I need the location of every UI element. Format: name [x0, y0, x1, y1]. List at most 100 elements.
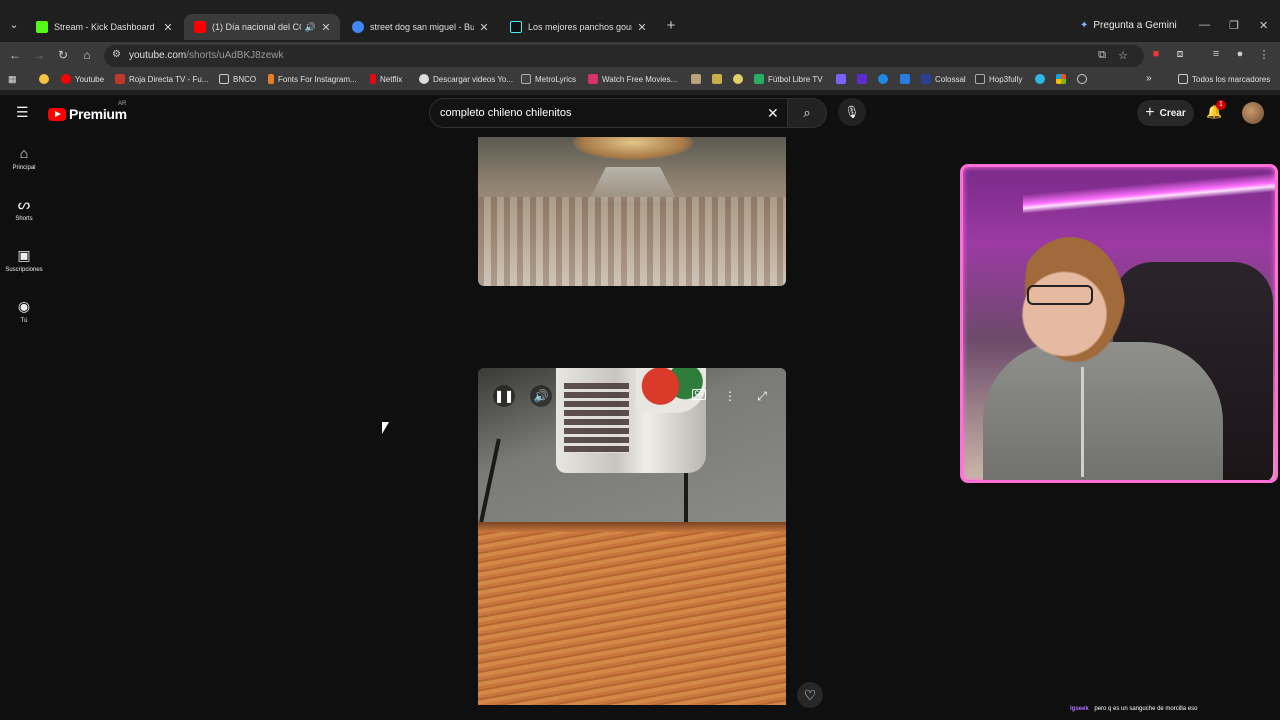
search-button[interactable]: ⌕	[787, 98, 827, 128]
google-icon	[352, 21, 364, 33]
tab-tiktok[interactable]: Los mejores panchos gourmet ✕	[500, 14, 656, 40]
clear-search-icon[interactable]: ✕	[767, 105, 779, 122]
tab-search-button[interactable]: ⌄	[6, 18, 22, 34]
plus-icon: +	[1145, 104, 1155, 121]
tab-youtube[interactable]: (1) Día nacional del COMPL 🔊 ✕	[184, 14, 340, 40]
forward-icon[interactable]: →	[31, 48, 47, 62]
download-icon	[419, 74, 429, 84]
youtube-premium-logo[interactable]: Premium AR	[48, 101, 127, 122]
bookmark-icon-2[interactable]	[712, 74, 722, 84]
pause-button[interactable]: ❚❚	[493, 385, 515, 407]
bookmark-icon-1[interactable]	[691, 74, 701, 84]
roja-icon	[115, 74, 125, 84]
globe-icon[interactable]	[1077, 74, 1087, 84]
search-input[interactable]: completo chileno chilenitos ✕	[429, 98, 787, 128]
tab-strip: ⌄ Stream - Kick Dashboard ✕ (1) Día naci…	[0, 12, 1280, 40]
emoji-bookmark-icon[interactable]	[39, 74, 49, 84]
browser-toolbar: ← → ↻ ⌂ ⚙ youtube.com/shorts/uAdBKJ8zewk…	[0, 42, 1280, 70]
fullscreen-icon[interactable]: ⤢	[751, 385, 773, 407]
movies-icon	[588, 74, 598, 84]
minimize-icon[interactable]: —	[1199, 19, 1210, 31]
tab-kick[interactable]: Stream - Kick Dashboard ✕	[26, 14, 182, 40]
volume-button[interactable]: 🔊	[530, 385, 552, 407]
speaker-icon[interactable]: 🔊	[305, 22, 316, 33]
cutting-board	[478, 522, 786, 705]
led-light	[1023, 167, 1275, 213]
bookmark-icon-3[interactable]	[733, 74, 743, 84]
bookmark-fonts[interactable]: Fonts For Instagram...	[268, 74, 357, 84]
bookmark-hop3fully[interactable]: Hop3fully	[975, 74, 1022, 84]
bookmark-bnco[interactable]: BNCO	[219, 74, 256, 84]
url-text: youtube.com/shorts/uAdBKJ8zewk	[129, 50, 284, 61]
avatar[interactable]	[1242, 102, 1264, 124]
hoodie-zipper	[1081, 367, 1084, 477]
more-bookmarks-icon[interactable]: »	[1146, 73, 1152, 84]
bookmark-star-icon[interactable]: ☆	[1115, 49, 1131, 62]
notifications-button[interactable]: 🔔 1	[1206, 100, 1226, 120]
bookmark-descargar[interactable]: Descargar videos Yo...	[419, 74, 513, 84]
hop3fully-icon	[975, 74, 985, 84]
menu-icon[interactable]: ☰	[16, 105, 32, 119]
back-icon[interactable]: ←	[7, 48, 23, 62]
chat-message: lgseek pero q es un sanguche de morcilla…	[1070, 706, 1197, 712]
bookmark-icon-5[interactable]	[878, 74, 888, 84]
sidebar-item-suscripciones[interactable]: ▣ Suscripciones	[0, 247, 48, 273]
bookmark-watch-free-movies[interactable]: Watch Free Movies...	[588, 74, 677, 84]
gemini-button[interactable]: ✦ Pregunta a Gemini	[1080, 20, 1177, 31]
microsoft-icon[interactable]	[1056, 74, 1066, 84]
all-bookmarks-folder[interactable]: Todos los marcadores	[1178, 74, 1270, 84]
yahoo-icon[interactable]	[857, 74, 867, 84]
country-code: AR	[118, 101, 127, 107]
media-control-icon[interactable]: ≡	[1208, 48, 1224, 60]
sidebar-item-tu[interactable]: ◉ Tú	[0, 298, 48, 324]
like-button[interactable]: ♡	[797, 682, 823, 708]
captions-icon[interactable]: CC	[692, 389, 706, 400]
sidebar-item-principal[interactable]: ⌂ Principal	[0, 145, 48, 171]
bookmark-futbol-libre[interactable]: Fútbol Libre TV	[754, 74, 823, 84]
heart-icon: ♡	[803, 687, 817, 703]
tab-title: Stream - Kick Dashboard	[54, 22, 155, 32]
url-host: youtube.com	[129, 50, 187, 61]
bookmark-roja-directa[interactable]: Roja Directa TV - Fu...	[115, 74, 208, 84]
extension-icon[interactable]: ■	[1148, 48, 1164, 60]
tab-google[interactable]: street dog san miguel - Buscar ✕	[342, 14, 498, 40]
restore-icon[interactable]: ❐	[1229, 19, 1239, 32]
sidebar-item-label: Shorts	[15, 216, 33, 222]
browser-menu-icon[interactable]: ⋮	[1256, 48, 1272, 61]
bookmark-metrolyrics[interactable]: MetroLyrics	[521, 74, 576, 84]
install-app-icon[interactable]: ⧉	[1094, 49, 1110, 62]
video-stand	[684, 468, 688, 523]
previous-short-video[interactable]	[478, 137, 786, 286]
profile-icon[interactable]: ●	[1232, 48, 1248, 60]
close-tab-icon[interactable]: ✕	[162, 21, 174, 34]
home-browser-icon[interactable]: ⌂	[79, 48, 95, 62]
netflix-icon	[370, 74, 376, 84]
bookmark-netflix[interactable]: Netflix	[370, 74, 402, 84]
close-tab-icon[interactable]: ✕	[636, 21, 648, 34]
extensions-puzzle-icon[interactable]: ⧈	[1172, 48, 1188, 61]
folder-icon	[1178, 74, 1188, 84]
new-tab-button[interactable]: +	[662, 17, 680, 35]
short-video-player[interactable]: ❚❚ 🔊 CC ⋮ ⤢	[478, 368, 786, 705]
tiktok-icon	[510, 21, 522, 33]
bookmark-icon-6[interactable]	[900, 74, 910, 84]
glasses	[1027, 285, 1093, 305]
search-query: completo chileno chilenitos	[440, 107, 572, 119]
more-options-icon[interactable]: ⋮	[719, 385, 741, 407]
chat-username: lgseek	[1070, 706, 1089, 712]
apps-grid-icon[interactable]: ▦	[8, 74, 17, 85]
bookmark-colossal[interactable]: Colossal	[921, 74, 966, 84]
close-window-icon[interactable]: ✕	[1259, 19, 1268, 32]
bookmark-icon-7[interactable]	[1035, 74, 1045, 84]
close-tab-icon[interactable]: ✕	[320, 21, 332, 34]
bookmark-youtube[interactable]: Youtube	[61, 74, 104, 84]
bookmark-icon-4[interactable]	[836, 74, 846, 84]
site-info-icon[interactable]: ⚙	[112, 49, 121, 60]
sidebar-item-shorts[interactable]: ᔕ Shorts	[0, 196, 48, 222]
reload-icon[interactable]: ↻	[55, 48, 71, 62]
address-bar[interactable]: ⚙ youtube.com/shorts/uAdBKJ8zewk ⧉ ☆	[104, 45, 1144, 67]
voice-search-button[interactable]: 🎙	[838, 98, 866, 126]
create-button[interactable]: + Crear	[1137, 100, 1194, 126]
close-tab-icon[interactable]: ✕	[478, 21, 490, 34]
kick-icon	[36, 21, 48, 33]
